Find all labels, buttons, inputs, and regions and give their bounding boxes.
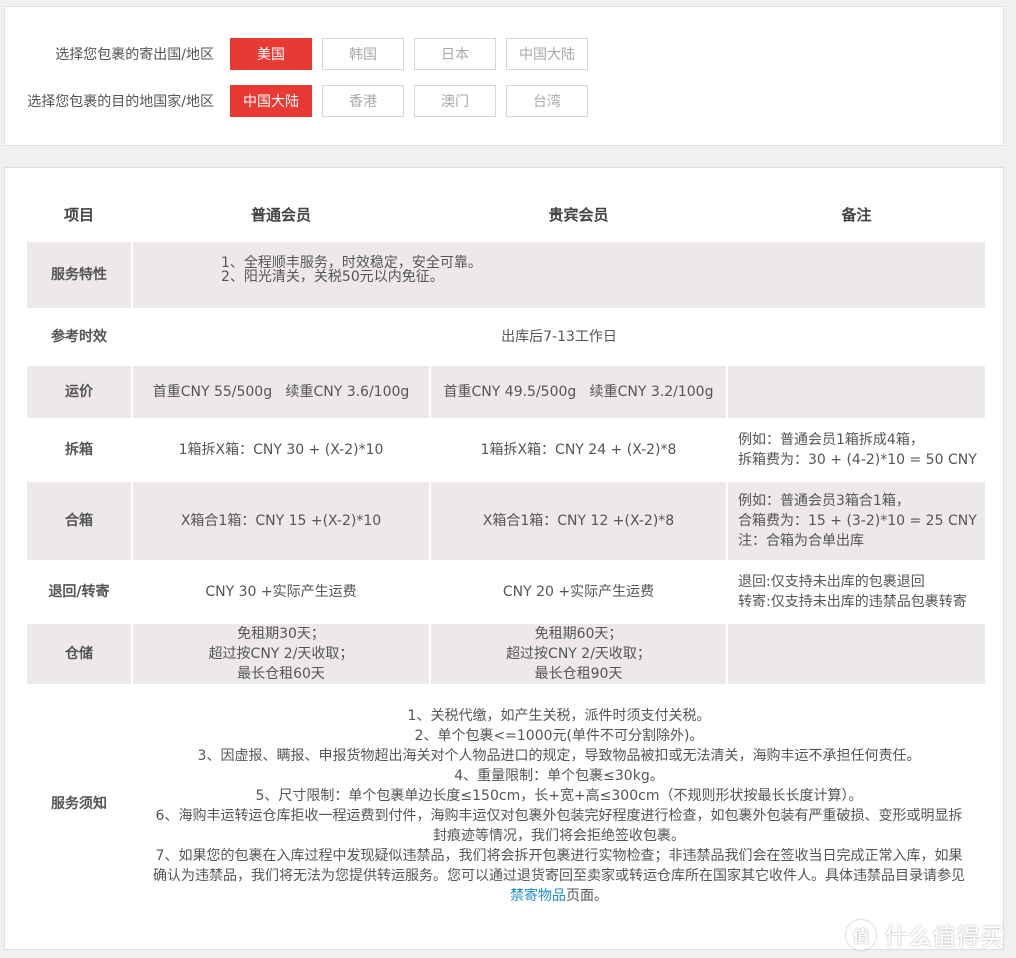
storage-regular-line-1: 免租期30天； [237,626,325,642]
merge-vip: X箱合1箱：CNY 12 +(X-2)*8 [429,480,728,562]
notice-line-7-text: 7、如果您的包裹在入库过程中发现疑似违禁品，我们将会拆开包裹进行实物检查；非违禁… [153,848,965,884]
feature-line-1: 1、全程顺丰服务，时效稳定，安全可靠。 [221,255,482,271]
row-label: 仓储 [25,622,133,686]
delivery-time-value: 出库后7-13工作日 [131,308,987,366]
notice-line-7: 7、如果您的包裹在入库过程中发现疑似违禁品，我们将会拆开包裹进行实物检查；非违禁… [153,846,965,906]
storage-vip-line-3: 最长仓租90天 [534,666,623,682]
destination-selector-row: 选择您包裹的目的地国家/地区 中国大陆 香港 澳门 台湾 [5,84,598,117]
storage-vip: 免租期60天； 超过按CNY 2/天收取； 最长仓租90天 [429,622,728,686]
destination-option-mainland-china[interactable]: 中国大陆 [230,84,312,117]
return-vip: CNY 20 +实际产生运费 [429,560,728,624]
return-note: 退回:仅支持未出库的包裹退回 转寄:仅支持未出库的违禁品包裹转寄 [726,560,987,624]
row-label: 服务须知 [25,684,133,924]
freight-vip: 首重CNY 49.5/500g 续重CNY 3.2/100g [429,364,728,420]
header-note: 备注 [726,188,987,242]
origin-selector-row: 选择您包裹的寄出国/地区 美国 韩国 日本 中国大陆 [5,37,598,70]
feature-line-2: 2、阳光清关，关税50元以内免征。 [221,269,444,285]
freight-regular: 首重CNY 55/500g 续重CNY 3.6/100g [131,364,431,420]
table-row-return: 退回/转寄 CNY 30 +实际产生运费 CNY 20 +实际产生运费 退回:仅… [25,560,987,624]
storage-regular: 免租期30天； 超过按CNY 2/天收取； 最长仓租60天 [131,622,431,686]
origin-label: 选择您包裹的寄出国/地区 [55,46,214,63]
table-row-delivery-time: 参考时效 出库后7-13工作日 [25,308,987,366]
destination-label: 选择您包裹的目的地国家/地区 [27,93,214,110]
row-label: 拆箱 [25,418,133,482]
storage-vip-line-2: 超过按CNY 2/天收取； [506,646,651,662]
row-label: 服务特性 [25,240,133,310]
header-item: 项目 [25,188,133,242]
notice-link-suffix: 页面。 [566,888,608,904]
storage-note [726,622,987,686]
storage-regular-line-2: 超过按CNY 2/天收取； [208,646,354,662]
origin-option-korea[interactable]: 韩国 [322,37,404,70]
row-label: 运价 [25,364,133,420]
table-row-service-features: 服务特性 1、全程顺丰服务，时效稳定，安全可靠。 2、阳光清关，关税50元以内免… [25,240,987,310]
service-features-cell: 1、全程顺丰服务，时效稳定，安全可靠。 2、阳光清关，关税50元以内免征。 [131,240,987,310]
destination-option-taiwan[interactable]: 台湾 [506,84,588,117]
header-vip-member: 贵宾会员 [429,188,728,242]
service-notice-cell: 1、关税代缴，如产生关税，派件时须支付关税。 2、单个包裹<=1000元(单件不… [131,684,987,924]
destination-option-macau[interactable]: 澳门 [414,84,496,117]
freight-note [726,364,987,420]
row-label: 参考时效 [25,308,133,366]
watermark-text: 什么值得买 [884,923,1004,951]
notice-line-3: 3、因虚报、瞒报、申报货物超出海关对个人物品进口的规定，导致物品被扣或无法清关，… [197,748,921,764]
prohibited-items-link[interactable]: 禁寄物品 [510,888,566,904]
fee-table: 项目 普通会员 贵宾会员 备注 服务特性 1、全程顺丰服务，时效稳定，安全可靠。… [25,188,987,924]
table-header-row: 项目 普通会员 贵宾会员 备注 [25,188,987,242]
merge-note-line-2: 合箱费为：15 + (3-2)*10 = 25 CNY [738,513,977,529]
origin-option-japan[interactable]: 日本 [414,37,496,70]
table-row-freight: 运价 首重CNY 55/500g 续重CNY 3.6/100g 首重CNY 49… [25,364,987,420]
notice-line-4: 4、重量限制：单个包裹≤30kg。 [454,768,664,784]
fee-table-panel: 项目 普通会员 贵宾会员 备注 服务特性 1、全程顺丰服务，时效稳定，安全可靠。… [4,167,1004,950]
notice-line-5: 5、尺寸限制：单个包裹单边长度≤150cm，长+宽+高≤300cm（不规则形状按… [255,788,863,804]
split-note: 例如：普通会员1箱拆成4箱， 拆箱费为：30 + (4-2)*10 = 50 C… [726,418,987,482]
return-regular: CNY 30 +实际产生运费 [131,560,431,624]
split-vip: 1箱拆X箱：CNY 24 + (X-2)*8 [429,418,728,482]
notice-line-1: 1、关税代缴，如产生关税，派件时须支付关税。 [407,708,711,724]
header-regular-member: 普通会员 [131,188,431,242]
destination-option-hongkong[interactable]: 香港 [322,84,404,117]
merge-note: 例如：普通会员3箱合1箱， 合箱费为：15 + (3-2)*10 = 25 CN… [726,480,987,562]
merge-note-line-1: 例如：普通会员3箱合1箱， [738,493,910,509]
site-watermark: 值 什么值得买 [846,917,1004,952]
region-selector-panel: 选择您包裹的寄出国/地区 美国 韩国 日本 中国大陆 选择您包裹的目的地国家/地… [4,6,1004,146]
table-row-notice: 服务须知 1、关税代缴，如产生关税，派件时须支付关税。 2、单个包裹<=1000… [25,684,987,924]
storage-regular-line-3: 最长仓租60天 [237,666,325,682]
origin-option-us[interactable]: 美国 [230,37,312,70]
watermark-logo-icon: 值 [846,919,876,950]
return-note-line-2: 转寄:仅支持未出库的违禁品包裹转寄 [738,594,967,610]
merge-regular: X箱合1箱：CNY 15 +(X-2)*10 [131,480,431,562]
table-row-storage: 仓储 免租期30天； 超过按CNY 2/天收取； 最长仓租60天 免租期60天；… [25,622,987,686]
origin-option-mainland-china[interactable]: 中国大陆 [506,37,588,70]
return-note-line-1: 退回:仅支持未出库的包裹退回 [738,574,925,590]
split-note-line-1: 例如：普通会员1箱拆成4箱， [738,432,924,448]
storage-vip-line-1: 免租期60天； [534,626,623,642]
row-label: 退回/转寄 [25,560,133,624]
table-row-split: 拆箱 1箱拆X箱：CNY 30 + (X-2)*10 1箱拆X箱：CNY 24 … [25,418,987,482]
split-note-line-2: 拆箱费为：30 + (4-2)*10 = 50 CNY [738,452,977,468]
notice-line-2: 2、单个包裹<=1000元(单件不可分割除外)。 [414,728,704,744]
merge-note-line-3: 注：合箱为合单出库 [738,533,864,549]
notice-line-6: 6、海购丰运转运仓库拒收一程运费到付件，海购丰运仅对包裹外包装完好程度进行检查，… [155,808,963,844]
table-row-merge: 合箱 X箱合1箱：CNY 15 +(X-2)*10 X箱合1箱：CNY 12 +… [25,480,987,562]
split-regular: 1箱拆X箱：CNY 30 + (X-2)*10 [131,418,431,482]
row-label: 合箱 [25,480,133,562]
